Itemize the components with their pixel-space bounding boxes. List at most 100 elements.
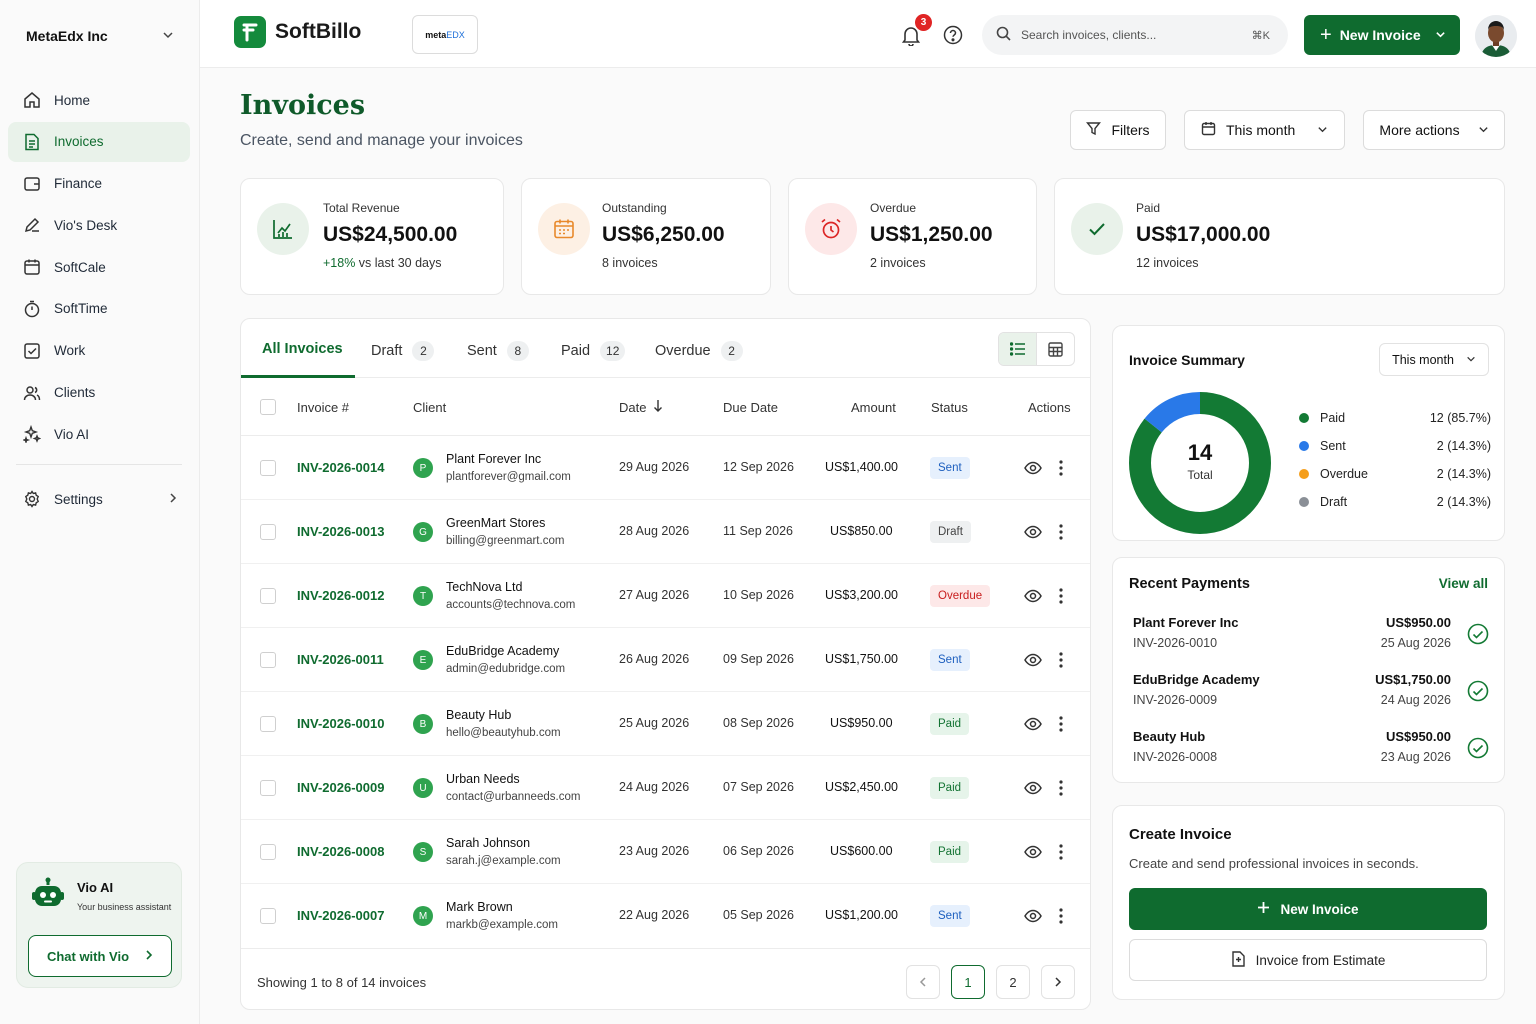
page-2-button[interactable]: 2: [996, 965, 1030, 999]
table-row[interactable]: INV-2026-0008 S Sarah Johnson sarah.j@ex…: [241, 820, 1090, 884]
tab-all-invoices[interactable]: All Invoices: [262, 341, 343, 357]
sidebar-item-home[interactable]: Home: [8, 80, 190, 120]
invoice-number-link[interactable]: INV-2026-0009: [297, 780, 384, 795]
stat-label: Outstanding: [602, 201, 667, 215]
invoice-number-link[interactable]: INV-2026-0014: [297, 460, 384, 475]
invoice-from-estimate-button[interactable]: Invoice from Estimate: [1129, 939, 1487, 981]
chevron-down-icon: [1466, 353, 1476, 367]
more-vertical-icon[interactable]: [1058, 458, 1064, 478]
col-invoice: Invoice #: [297, 400, 350, 415]
select-all-checkbox[interactable]: [260, 399, 276, 415]
sidebar-item-softtime[interactable]: SoftTime: [8, 289, 190, 329]
stat-card-paid[interactable]: Paid US$17,000.00 12 invoices: [1054, 178, 1505, 295]
tab-label: Draft: [371, 343, 403, 359]
eye-icon[interactable]: [1024, 523, 1042, 541]
invoice-number-link[interactable]: INV-2026-0010: [297, 716, 384, 731]
payment-amount: US$950.00: [1385, 729, 1451, 744]
view-all-link[interactable]: View all: [1439, 576, 1488, 591]
payment-item[interactable]: Plant Forever Inc INV-2026-0010 US$950.0…: [1133, 615, 1489, 659]
org-switcher[interactable]: MetaEdx Inc: [26, 26, 186, 46]
stat-card-total-revenue[interactable]: Total Revenue US$24,500.00 +18% vs last …: [240, 178, 504, 295]
tab-sent[interactable]: Sent 8: [467, 341, 529, 361]
more-actions-button[interactable]: More actions: [1363, 110, 1505, 150]
tab-overdue[interactable]: Overdue 2: [655, 341, 743, 361]
more-vertical-icon[interactable]: [1058, 842, 1064, 862]
brand-logo[interactable]: SoftBillo: [234, 16, 361, 48]
row-checkbox[interactable]: [260, 588, 276, 604]
more-vertical-icon[interactable]: [1058, 778, 1064, 798]
chat-with-vio-button[interactable]: Chat with Vio: [28, 935, 172, 977]
stat-label: Paid: [1136, 201, 1161, 215]
invoice-number-link[interactable]: INV-2026-0008: [297, 844, 384, 859]
help-icon[interactable]: [942, 24, 964, 46]
more-vertical-icon[interactable]: [1058, 714, 1064, 734]
sidebar-item-softcale[interactable]: SoftCale: [8, 247, 190, 287]
row-checkbox[interactable]: [260, 908, 276, 924]
col-date[interactable]: Date: [619, 400, 646, 415]
chevron-down-icon[interactable]: [1435, 27, 1446, 43]
period-select[interactable]: This month: [1184, 110, 1345, 150]
chevron-down-icon: [1317, 122, 1328, 138]
payment-item[interactable]: EduBridge Academy INV-2026-0009 US$1,750…: [1133, 672, 1489, 716]
list-view-icon[interactable]: [999, 333, 1037, 365]
row-checkbox[interactable]: [260, 844, 276, 860]
due-date: 06 Sep 2026: [723, 844, 794, 858]
table-row[interactable]: INV-2026-0010 B Beauty Hub hello@beautyh…: [241, 692, 1090, 756]
search-bar[interactable]: Search invoices, clients... ⌘K: [982, 15, 1288, 55]
eye-icon[interactable]: [1024, 651, 1042, 669]
company-badge[interactable]: meta EDX: [412, 15, 478, 54]
sidebar-item-invoices[interactable]: Invoices: [8, 121, 190, 162]
stat-card-overdue[interactable]: Overdue US$1,250.00 2 invoices: [788, 178, 1037, 295]
user-avatar[interactable]: [1475, 15, 1517, 57]
invoice-number-link[interactable]: INV-2026-0011: [297, 652, 384, 667]
more-vertical-icon[interactable]: [1058, 522, 1064, 542]
more-vertical-icon[interactable]: [1058, 906, 1064, 926]
invoice-number-link[interactable]: INV-2026-0012: [297, 588, 384, 603]
sidebar-item-work[interactable]: Work: [8, 331, 190, 371]
sidebar-item-vios-desk[interactable]: Vio's Desk: [8, 205, 190, 245]
row-checkbox[interactable]: [260, 780, 276, 796]
page-1-button[interactable]: 1: [951, 965, 985, 999]
row-checkbox[interactable]: [260, 460, 276, 476]
summary-period-select[interactable]: This month: [1379, 343, 1489, 376]
table-row[interactable]: INV-2026-0012 T TechNova Ltd accounts@te…: [241, 564, 1090, 628]
eye-icon[interactable]: [1024, 779, 1042, 797]
row-checkbox[interactable]: [260, 652, 276, 668]
stat-card-outstanding[interactable]: Outstanding US$6,250.00 8 invoices: [521, 178, 771, 295]
table-row[interactable]: INV-2026-0009 U Urban Needs contact@urba…: [241, 756, 1090, 820]
more-vertical-icon[interactable]: [1058, 586, 1064, 606]
invoice-number-link[interactable]: INV-2026-0007: [297, 908, 384, 923]
filters-button[interactable]: Filters: [1070, 110, 1166, 150]
grid-view-icon[interactable]: [1037, 333, 1074, 365]
sidebar-item-finance[interactable]: Finance: [8, 164, 190, 204]
table-row[interactable]: INV-2026-0007 M Mark Brown markb@example…: [241, 884, 1090, 948]
sidebar-item-settings[interactable]: Settings: [8, 479, 190, 519]
tab-paid[interactable]: Paid 12: [561, 341, 626, 361]
sidebar-item-clients[interactable]: Clients: [8, 373, 190, 413]
more-vertical-icon[interactable]: [1058, 650, 1064, 670]
row-checkbox[interactable]: [260, 524, 276, 540]
table-row[interactable]: INV-2026-0011 E EduBridge Academy admin@…: [241, 628, 1090, 692]
eye-icon[interactable]: [1024, 843, 1042, 861]
next-page-button[interactable]: [1041, 965, 1075, 999]
calendar-icon: [1201, 121, 1216, 139]
eye-icon[interactable]: [1024, 907, 1042, 925]
create-new-invoice-button[interactable]: New Invoice: [1129, 888, 1487, 930]
table-row[interactable]: INV-2026-0013 G GreenMart Stores billing…: [241, 500, 1090, 564]
invoice-number-link[interactable]: INV-2026-0013: [297, 524, 384, 539]
prev-page-button[interactable]: [906, 965, 940, 999]
tab-draft[interactable]: Draft 2: [371, 341, 435, 361]
legend-dot: [1299, 441, 1309, 451]
eye-icon[interactable]: [1024, 587, 1042, 605]
eye-icon[interactable]: [1024, 715, 1042, 733]
row-checkbox[interactable]: [260, 716, 276, 732]
payment-item[interactable]: Beauty Hub INV-2026-0008 US$950.00 23 Au…: [1133, 729, 1489, 773]
sidebar-item-vio-ai[interactable]: Vio AI: [8, 414, 190, 454]
donut-total-label: Total: [1187, 468, 1212, 482]
topbar: SoftBillo meta EDX 3 Search invoices, cli…: [200, 0, 1536, 68]
table-row[interactable]: INV-2026-0014 P Plant Forever Inc plantf…: [241, 436, 1090, 500]
search-input[interactable]: Search invoices, clients...: [1021, 28, 1252, 42]
invoice-date: 24 Aug 2026: [619, 780, 690, 794]
new-invoice-button[interactable]: + New Invoice: [1304, 15, 1460, 55]
eye-icon[interactable]: [1024, 459, 1042, 477]
